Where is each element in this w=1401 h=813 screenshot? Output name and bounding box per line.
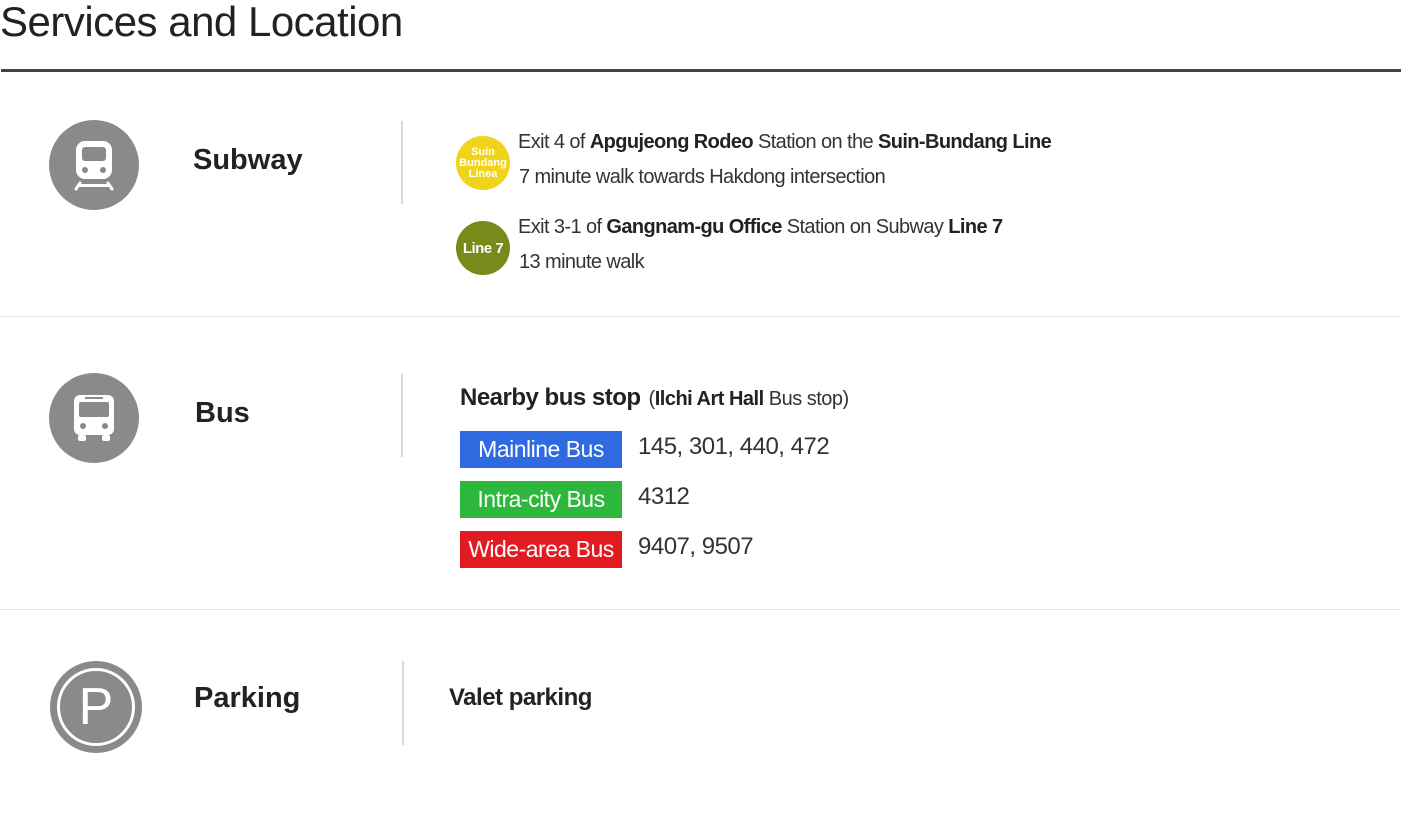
subway-route-1-line: Exit 4 of Apgujeong Rodeo Station on the…: [518, 131, 1052, 153]
wide-area-bus-numbers: 9407, 9507: [638, 533, 754, 560]
page-title: Services and Location: [0, 0, 403, 45]
subway-label: Subway: [193, 144, 303, 176]
bus-stop-title: Nearby bus stop: [460, 384, 641, 411]
bus-stop-heading: Nearby bus stop (Ilchi Art Hall Bus stop): [460, 384, 849, 412]
wide-area-bus-tag: Wide-area Bus: [460, 531, 622, 568]
suin-bundang-line-badge: Suin Bundang Linea: [456, 136, 510, 190]
intra-city-bus-tag: Intra-city Bus: [460, 481, 622, 518]
bus-icon: [49, 373, 139, 463]
bus-label: Bus: [195, 397, 250, 429]
parking-icon: P: [50, 661, 142, 753]
intra-city-bus-numbers: 4312: [638, 483, 690, 510]
line-7-badge: Line 7: [456, 221, 510, 275]
bus-vertical-divider: [401, 374, 403, 457]
subway-route-2-walk: 13 minute walk: [519, 251, 645, 273]
parking-value: Valet parking: [449, 684, 592, 711]
subway-route-2-line: Exit 3-1 of Gangnam-gu Office Station on…: [518, 216, 1003, 238]
section-divider: [0, 609, 1401, 610]
parking-vertical-divider: [402, 661, 404, 745]
section-divider: [0, 316, 1401, 317]
parking-label: Parking: [194, 682, 301, 714]
subway-route-1-walk: 7 minute walk towards Hakdong intersecti…: [519, 166, 886, 188]
title-rule: [1, 69, 1401, 72]
mainline-bus-numbers: 145, 301, 440, 472: [638, 433, 830, 460]
subway-vertical-divider: [401, 121, 403, 204]
mainline-bus-tag: Mainline Bus: [460, 431, 622, 468]
train-icon: [49, 120, 139, 210]
bus-stop-name: (Ilchi Art Hall Bus stop): [648, 388, 850, 410]
